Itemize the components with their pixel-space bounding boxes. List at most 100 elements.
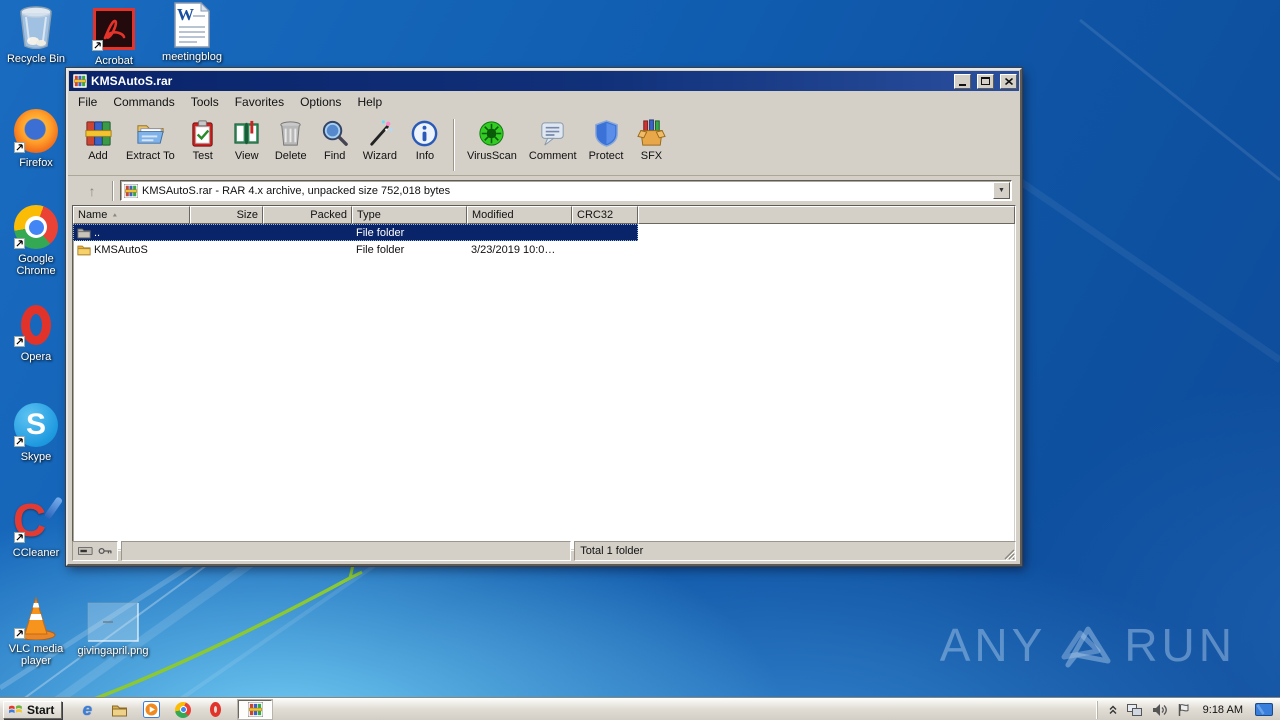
menu-options[interactable]: Options [292, 94, 349, 110]
explorer-folder-icon[interactable] [110, 701, 128, 719]
watermark-any-text: ANY [940, 618, 1047, 672]
desktop-icon-givingapril[interactable]: givingapril.png [70, 602, 156, 657]
find-button[interactable]: Find [313, 116, 357, 164]
file-list: Name ▲ Size Packed Type Modified CRC32 .… [72, 205, 1016, 551]
comment-icon [537, 118, 568, 149]
file-type: File folder [352, 227, 467, 239]
column-header-packed[interactable]: Packed [263, 206, 352, 224]
desktop-icon-firefox[interactable]: Firefox [0, 108, 72, 169]
start-button[interactable]: Start [3, 701, 62, 719]
table-row-kmsautos[interactable]: KMSAutoS File folder 3/23/2019 10:0… [73, 241, 638, 258]
shortcut-arrow-icon [14, 436, 25, 447]
start-label: Start [27, 703, 54, 717]
test-button[interactable]: Test [181, 116, 225, 164]
find-magnifier-icon [319, 118, 350, 149]
status-message-panel [121, 541, 571, 561]
media-player-icon[interactable] [142, 701, 160, 719]
test-clipboard-icon [187, 118, 218, 149]
protect-button[interactable]: Protect [583, 116, 630, 164]
minimize-button[interactable] [954, 74, 971, 89]
menu-file[interactable]: File [70, 94, 105, 110]
opera-taskbar-icon[interactable] [206, 701, 224, 719]
desktop: Recycle Bin Acrobat W meetingblog [0, 0, 1280, 720]
delete-button[interactable]: Delete [269, 116, 313, 164]
virusscan-button[interactable]: VirusScan [461, 116, 523, 164]
info-button[interactable]: Info [403, 116, 447, 164]
up-arrow-icon: ↑ [89, 183, 96, 199]
internet-explorer-icon[interactable]: e [78, 701, 96, 719]
skype-icon: S [13, 402, 59, 448]
menu-help[interactable]: Help [349, 94, 390, 110]
svg-text:W: W [177, 5, 194, 24]
menu-favorites[interactable]: Favorites [227, 94, 292, 110]
key-icon [98, 546, 113, 556]
file-modified: 3/23/2019 10:0… [467, 244, 572, 256]
volume-icon[interactable] [1151, 703, 1168, 717]
address-combobox[interactable]: KMSAutoS.rar - RAR 4.x archive, unpacked… [120, 180, 1012, 201]
address-separator [112, 181, 114, 201]
winrar-app-icon [73, 74, 87, 88]
action-center-flag-icon[interactable] [1176, 703, 1191, 717]
menu-commands[interactable]: Commands [105, 94, 182, 110]
file-name: .. [94, 227, 100, 239]
shortcut-arrow-icon [14, 238, 25, 249]
maximize-button[interactable] [977, 74, 994, 89]
column-header-size[interactable]: Size [190, 206, 263, 224]
folder-icon [77, 243, 91, 256]
column-header-modified[interactable]: Modified [467, 206, 572, 224]
extract-folder-icon [135, 118, 166, 149]
firefox-icon [13, 108, 59, 154]
comment-button[interactable]: Comment [523, 116, 583, 164]
desktop-icon-recycle-bin[interactable]: Recycle Bin [0, 4, 72, 65]
up-one-level-button[interactable]: ↑ [78, 180, 106, 201]
desktop-icon-ccleaner[interactable]: C CCleaner [0, 498, 72, 559]
desktop-icon-acrobat[interactable]: Acrobat [78, 6, 150, 67]
shortcut-arrow-icon [92, 40, 103, 51]
extract-to-button[interactable]: Extract To [120, 116, 181, 164]
drive-icon [78, 546, 93, 556]
view-book-icon [231, 118, 262, 149]
desktop-icon-google-chrome[interactable]: Google Chrome [0, 204, 72, 277]
add-button[interactable]: Add [76, 116, 120, 164]
menu-tools[interactable]: Tools [183, 94, 227, 110]
desktop-icon-opera[interactable]: Opera [0, 302, 72, 363]
delete-trash-icon [275, 118, 306, 149]
column-header-type[interactable]: Type [352, 206, 467, 224]
window-title: KMSAutoS.rar [91, 74, 948, 88]
network-icon[interactable] [1126, 703, 1143, 717]
show-hidden-icons-chevron[interactable] [1108, 704, 1118, 715]
title-bar[interactable]: KMSAutoS.rar [69, 71, 1019, 91]
desktop-icon-vlc[interactable]: VLC media player [0, 594, 72, 667]
column-headers: Name ▲ Size Packed Type Modified CRC32 [73, 206, 1015, 224]
desktop-icon-meetingblog[interactable]: W meetingblog [152, 2, 232, 63]
chrome-taskbar-icon[interactable] [174, 701, 192, 719]
view-button[interactable]: View [225, 116, 269, 164]
desktop-icon-label: CCleaner [13, 547, 59, 559]
ccleaner-icon: C [13, 498, 59, 544]
desktop-icon-skype[interactable]: S Skype [0, 402, 72, 463]
wizard-button[interactable]: Wizard [357, 116, 403, 164]
wizard-wand-icon [364, 118, 395, 149]
table-row-parent-dir[interactable]: .. File folder [73, 224, 638, 241]
clock[interactable]: 9:18 AM [1199, 704, 1247, 716]
winrar-task-button[interactable] [238, 700, 272, 719]
sort-ascending-icon: ▲ [111, 212, 118, 218]
desktop-icon-label: Google Chrome [0, 253, 72, 277]
shortcut-arrow-icon [14, 142, 25, 153]
address-dropdown-button[interactable]: ▼ [993, 182, 1010, 199]
recycle-bin-icon [13, 4, 59, 50]
show-desktop-icon[interactable] [1255, 703, 1273, 716]
windows-logo-icon [8, 703, 23, 716]
close-icon [1005, 78, 1013, 85]
column-header-crc32[interactable]: CRC32 [572, 206, 638, 224]
add-archive-icon [83, 118, 114, 149]
shortcut-arrow-icon [14, 336, 25, 347]
sfx-button[interactable]: SFX [629, 116, 673, 164]
desktop-icon-label: VLC media player [0, 643, 72, 667]
taskbar: Start e [0, 698, 1280, 720]
resize-grip[interactable] [1002, 547, 1015, 560]
system-tray: 9:18 AM [1097, 701, 1277, 719]
column-header-name[interactable]: Name ▲ [73, 206, 190, 224]
close-button[interactable] [1000, 74, 1017, 89]
virusscan-icon [476, 118, 507, 149]
